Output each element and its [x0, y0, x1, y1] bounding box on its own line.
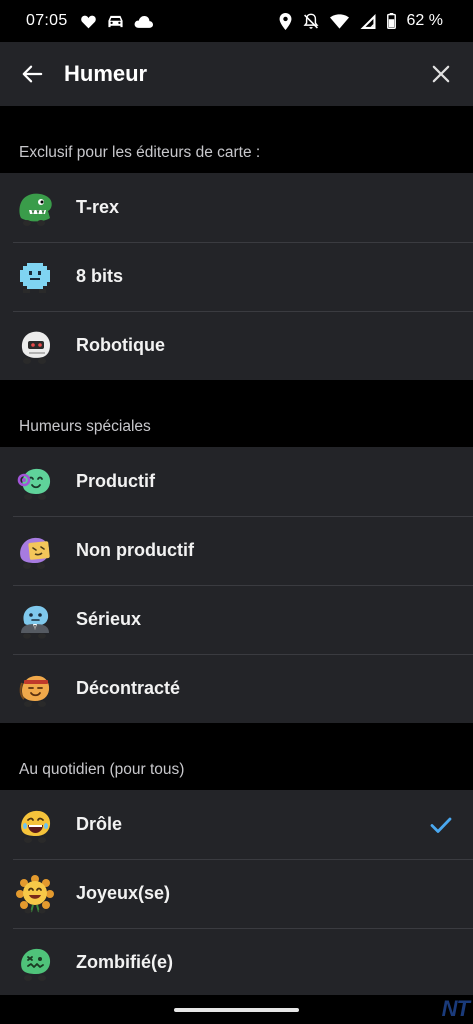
trex-mood-icon — [15, 188, 55, 228]
mood-group-special: Productif Non productif Sérieux Décontra… — [0, 447, 473, 723]
back-button[interactable] — [0, 42, 64, 106]
mood-group-editors: T-rex 8 bits Robotique — [0, 173, 473, 380]
checkmark-icon — [430, 817, 452, 833]
mood-item-drole[interactable]: Drôle — [0, 790, 473, 859]
close-icon — [432, 65, 450, 83]
arrow-left-icon — [22, 65, 43, 83]
cloud-icon — [134, 15, 153, 28]
flower-mood-icon — [15, 874, 55, 914]
mood-item-zombifie[interactable]: Zombifié(e) — [0, 928, 473, 997]
section-header-special: Humeurs spéciales — [0, 380, 473, 447]
car-icon — [107, 15, 123, 27]
mood-item-non-productif[interactable]: Non productif — [0, 516, 473, 585]
section-header-everyday: Au quotidien (pour tous) — [0, 723, 473, 790]
location-icon — [279, 12, 291, 30]
mood-item-trex[interactable]: T-rex — [0, 173, 473, 242]
status-time: 07:05 — [26, 12, 68, 29]
mood-label: 8 bits — [76, 266, 124, 286]
section-header-editors: Exclusif pour les éditeurs de carte : — [0, 106, 473, 173]
mood-label: Zombifié(e) — [76, 952, 173, 972]
watermark-logo: NT — [441, 996, 470, 1021]
status-bar: 07:05 62 % — [0, 0, 473, 42]
pixel-ghost-mood-icon — [15, 257, 55, 297]
mood-label: T-rex — [76, 197, 120, 217]
mood-label: Productif — [76, 471, 155, 491]
laughing-mood-icon — [15, 805, 55, 845]
mood-item-joyeux[interactable]: Joyeux(se) — [0, 859, 473, 928]
wifi-icon — [329, 13, 349, 29]
mood-item-serieux[interactable]: Sérieux — [0, 585, 473, 654]
battery-icon — [386, 13, 396, 29]
notifications-off-icon — [303, 13, 319, 29]
robot-mood-icon — [15, 326, 55, 366]
signal-icon — [360, 13, 376, 29]
mood-item-8bits[interactable]: 8 bits — [0, 242, 473, 311]
page-title: Humeur — [64, 61, 148, 86]
mood-group-everyday: Drôle Joyeux(se) Zombifié(e) — [0, 790, 473, 997]
mood-label: Non productif — [76, 540, 194, 560]
navigation-bar: NT — [0, 995, 473, 1024]
home-indicator[interactable] — [174, 1008, 299, 1012]
app-bar: Humeur — [0, 42, 473, 106]
headset-mood-icon — [15, 462, 55, 502]
mood-item-robotique[interactable]: Robotique — [0, 311, 473, 380]
suit-mood-icon — [15, 600, 55, 640]
mood-label: Joyeux(se) — [76, 883, 171, 903]
battery-percent: 62 % — [406, 12, 443, 29]
relaxed-mood-icon — [15, 669, 55, 709]
heart-icon — [80, 15, 96, 28]
mood-label: Décontracté — [76, 678, 181, 698]
zombie-mood-icon — [15, 943, 55, 983]
sleepy-mood-icon — [15, 531, 55, 571]
mood-label: Sérieux — [76, 609, 142, 629]
mood-label: Robotique — [76, 335, 165, 355]
close-button[interactable] — [409, 42, 473, 106]
mood-item-productif[interactable]: Productif — [0, 447, 473, 516]
mood-item-decontracte[interactable]: Décontracté — [0, 654, 473, 723]
mood-label: Drôle — [76, 814, 123, 834]
